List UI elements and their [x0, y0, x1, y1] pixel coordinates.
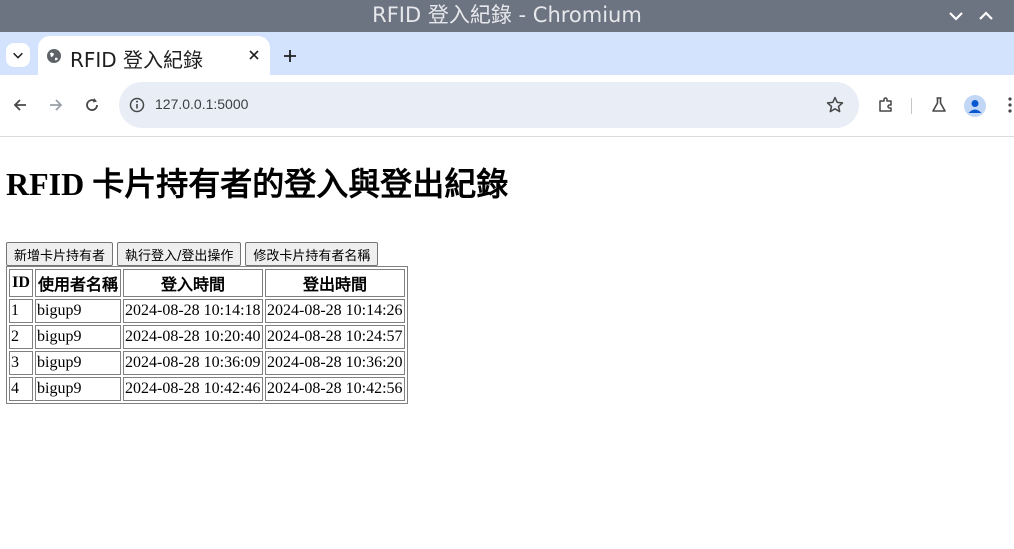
cell-logout-time: 2024-08-28 10:14:26	[265, 299, 405, 323]
plus-icon[interactable]	[280, 46, 300, 66]
column-header-logout-time: 登出時間	[265, 269, 405, 297]
cell-logout-time: 2024-08-28 10:24:57	[265, 325, 405, 349]
column-header-login-time: 登入時間	[123, 269, 263, 297]
tab-search-button[interactable]	[6, 43, 30, 67]
tab-active[interactable]: RFID 登入紀錄	[38, 36, 270, 75]
globe-icon	[47, 49, 61, 63]
minimize-button[interactable]	[946, 6, 966, 26]
login-logout-button[interactable]: 執行登入/登出操作	[117, 242, 242, 266]
column-header-username: 使用者名稱	[35, 269, 121, 297]
address-bar[interactable]: 127.0.0.1:5000	[119, 82, 859, 128]
add-cardholder-button[interactable]: 新增卡片持有者	[6, 242, 114, 266]
chevron-up-icon	[979, 11, 993, 20]
cell-id: 3	[9, 351, 33, 375]
window-titlebar: RFID 登入紀錄 - Chromium	[0, 0, 1014, 32]
cell-username: bigup9	[35, 351, 121, 375]
cell-login-time: 2024-08-28 10:14:18	[123, 299, 263, 323]
cell-id: 2	[9, 325, 33, 349]
toolbar-separator	[911, 98, 912, 114]
table-header-row: ID 使用者名稱 登入時間 登出時間	[9, 269, 405, 297]
table-row: 1 bigup9 2024-08-28 10:14:18 2024-08-28 …	[9, 299, 405, 323]
cell-id: 1	[9, 299, 33, 323]
login-records-table: ID 使用者名稱 登入時間 登出時間 1 bigup9 2024-08-28 1…	[6, 266, 408, 404]
table-row: 2 bigup9 2024-08-28 10:20:40 2024-08-28 …	[9, 325, 405, 349]
cell-id: 4	[9, 377, 33, 401]
cell-login-time: 2024-08-28 10:36:09	[123, 351, 263, 375]
url-text[interactable]: 127.0.0.1:5000	[155, 96, 248, 112]
tab-title: RFID 登入紀錄	[70, 48, 204, 72]
cell-logout-time: 2024-08-28 10:42:56	[265, 377, 405, 401]
star-icon[interactable]	[825, 95, 845, 115]
arrow-right-icon[interactable]	[46, 95, 66, 115]
maximize-button[interactable]	[976, 6, 996, 26]
arrow-left-icon[interactable]	[10, 95, 30, 115]
cell-logout-time: 2024-08-28 10:36:20	[265, 351, 405, 375]
cell-login-time: 2024-08-28 10:20:40	[123, 325, 263, 349]
column-header-id: ID	[9, 269, 33, 297]
table-row: 3 bigup9 2024-08-28 10:36:09 2024-08-28 …	[9, 351, 405, 375]
kebab-menu-icon[interactable]	[1000, 95, 1014, 115]
info-icon[interactable]	[128, 96, 146, 114]
close-icon[interactable]	[246, 47, 262, 63]
avatar-icon[interactable]	[964, 95, 986, 117]
cell-username: bigup9	[35, 377, 121, 401]
action-buttons: 新增卡片持有者 執行登入/登出操作 修改卡片持有者名稱	[6, 242, 379, 266]
tab-strip: RFID 登入紀錄	[0, 32, 1014, 75]
cell-username: bigup9	[35, 325, 121, 349]
chevron-down-icon	[949, 12, 963, 21]
window-title: RFID 登入紀錄 - Chromium	[372, 3, 642, 27]
rename-cardholder-button[interactable]: 修改卡片持有者名稱	[245, 242, 379, 266]
puzzle-icon[interactable]	[876, 95, 896, 115]
browser-toolbar: 127.0.0.1:5000	[0, 75, 1014, 137]
reload-icon[interactable]	[82, 95, 102, 115]
flask-icon[interactable]	[929, 95, 949, 115]
page-title: RFID 卡片持有者的登入與登出紀錄	[6, 166, 509, 202]
page-content: RFID 卡片持有者的登入與登出紀錄 新增卡片持有者 執行登入/登出操作 修改卡…	[0, 137, 1014, 549]
chevron-down-icon	[13, 52, 23, 59]
cell-username: bigup9	[35, 299, 121, 323]
table-row: 4 bigup9 2024-08-28 10:42:46 2024-08-28 …	[9, 377, 405, 401]
cell-login-time: 2024-08-28 10:42:46	[123, 377, 263, 401]
